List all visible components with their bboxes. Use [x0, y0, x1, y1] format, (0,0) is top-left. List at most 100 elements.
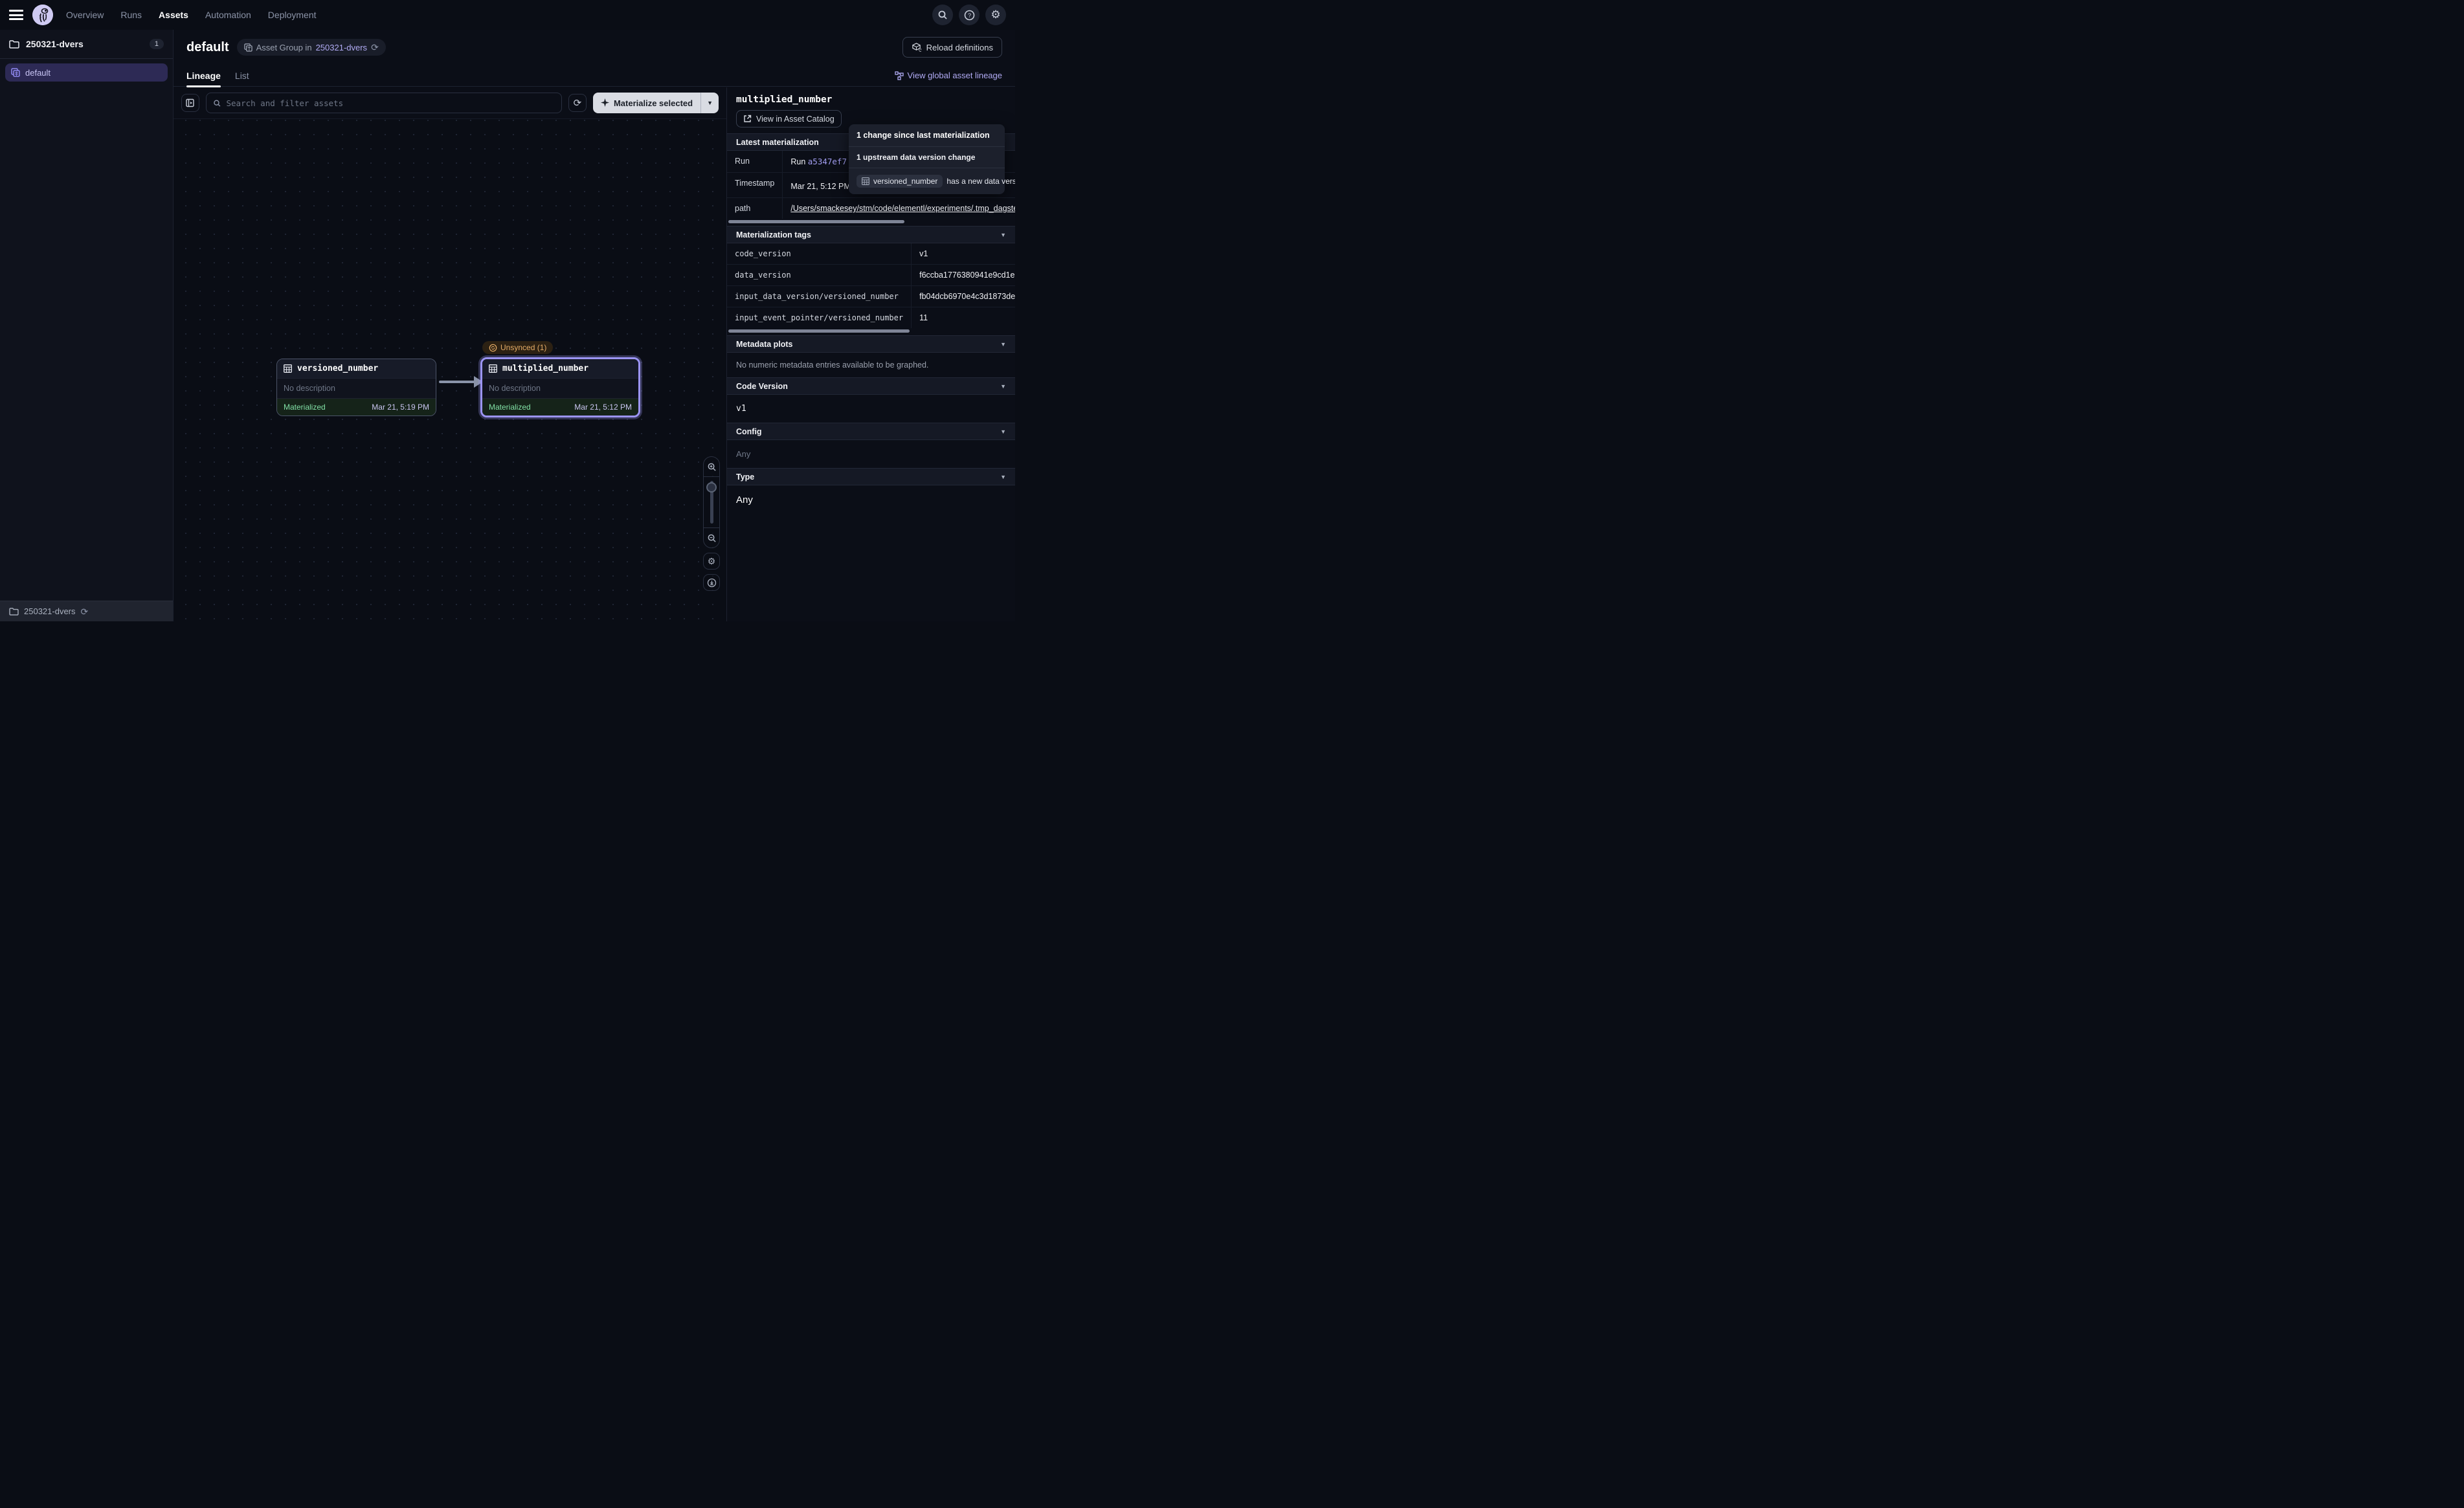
config-value: Any — [727, 440, 1015, 468]
search-input[interactable] — [227, 98, 555, 108]
asset-chip-label: versioned_number — [873, 177, 937, 186]
popup-chip-suffix: has a new data version — [946, 177, 1015, 186]
asset-node-title: versioned_number — [297, 364, 378, 373]
graph-zoom-controls: ⚙ — [703, 456, 720, 591]
chevron-down-icon[interactable]: ▼ — [1000, 474, 1006, 480]
tag-key: code_version — [727, 243, 912, 265]
menu-icon[interactable] — [9, 10, 23, 20]
graph-settings-gear-icon[interactable]: ⚙ — [703, 553, 720, 570]
page-header: default Asset Group in 250321-dvers ⟳ ↺ … — [174, 30, 1015, 65]
breadcrumb-group-link[interactable]: 250321-dvers — [316, 43, 368, 52]
table-icon — [489, 364, 497, 373]
asset-detail-panel: multiplied_number View in Asset Catalog … — [727, 87, 1015, 621]
page-title: default — [186, 40, 229, 55]
asset-node-status: Materialized — [284, 403, 326, 412]
sidebar-group-250321-dvers[interactable]: 250321-dvers 1 — [0, 30, 173, 59]
download-graph-icon[interactable] — [703, 574, 720, 591]
external-link-icon — [743, 115, 752, 123]
refresh-icon[interactable]: ⟳ — [81, 607, 89, 616]
tab-lineage[interactable]: Lineage — [186, 65, 221, 87]
run-prefix: Run — [790, 157, 805, 166]
refresh-graph-icon[interactable]: ⟳ — [568, 94, 587, 112]
help-icon[interactable]: ? — [959, 5, 980, 25]
svg-text:↺: ↺ — [918, 47, 921, 52]
asset-group-icon — [11, 68, 20, 77]
path-link[interactable]: /Users/smackesey/stm/code/elementl/exper… — [790, 204, 1015, 213]
section-metadata-plots[interactable]: Metadata plots ▼ — [727, 335, 1015, 353]
asset-node-versioned-number[interactable]: versioned_number No description Material… — [276, 359, 436, 416]
chevron-down-icon[interactable]: ▼ — [1000, 232, 1006, 238]
view-in-asset-catalog-button[interactable]: View in Asset Catalog — [736, 110, 842, 128]
asset-node-description: No description — [277, 378, 436, 398]
section-config[interactable]: Config ▼ — [727, 423, 1015, 440]
zoom-slider[interactable] — [704, 477, 719, 527]
changes-popup: 1 change since last materialization 1 up… — [849, 124, 1005, 194]
lineage-graph[interactable]: ⟳ Materialize selected ▼ — [174, 87, 727, 621]
sidebar: 250321-dvers 1 default 250321-dvers ⟳ — [0, 30, 174, 621]
section-title: Config — [736, 427, 1000, 436]
asset-node-timestamp: Mar 21, 5:19 PM — [372, 403, 429, 412]
chevron-down-icon[interactable]: ▼ — [1000, 383, 1006, 390]
section-title: Code Version — [736, 382, 1000, 391]
horizontal-scrollbar[interactable] — [728, 220, 1014, 223]
nav-item-assets[interactable]: Assets — [159, 10, 188, 20]
popup-title: 1 change since last materialization — [849, 124, 1005, 147]
sidebar-item-default[interactable]: default — [5, 63, 168, 82]
search-icon[interactable] — [932, 5, 953, 25]
content: ⟳ Materialize selected ▼ — [174, 87, 1015, 621]
zoom-in-icon[interactable] — [704, 457, 719, 476]
dagster-logo-icon[interactable] — [32, 5, 53, 25]
asset-group-breadcrumb[interactable]: Asset Group in 250321-dvers ⟳ — [237, 39, 386, 56]
section-title: Metadata plots — [736, 340, 1000, 349]
tag-value: f6ccba1776380941e9cd1ea66481d — [912, 265, 1015, 286]
chevron-down-icon[interactable]: ▼ — [1000, 428, 1006, 435]
nav-items: Overview Runs Assets Automation Deployme… — [66, 10, 317, 20]
collapse-panel-icon[interactable] — [181, 94, 199, 112]
lineage-edge — [439, 372, 484, 392]
tag-key: input_data_version/versioned_number — [727, 286, 912, 307]
table-icon — [284, 364, 292, 373]
zoom-slider-handle[interactable] — [706, 482, 717, 493]
view-global-asset-lineage-link[interactable]: View global asset lineage — [895, 71, 1002, 80]
unsynced-badge-label: Unsynced (1) — [500, 343, 546, 352]
lineage-graph-icon — [895, 71, 904, 80]
dagster-app: Overview Runs Assets Automation Deployme… — [0, 0, 1015, 621]
asset-search[interactable] — [206, 93, 562, 113]
run-link[interactable]: a5347ef7 — [808, 157, 847, 166]
settings-gear-icon[interactable]: ⚙ — [985, 5, 1006, 25]
section-materialization-tags[interactable]: Materialization tags ▼ — [727, 226, 1015, 243]
section-type[interactable]: Type ▼ — [727, 468, 1015, 485]
refresh-icon[interactable]: ⟳ — [371, 43, 379, 52]
path-label: path — [727, 198, 783, 219]
zoom-out-icon[interactable] — [704, 528, 719, 548]
reload-definitions-button[interactable]: ↺ Reload definitions — [902, 37, 1002, 58]
sync-status-icon — [489, 344, 497, 352]
search-icon — [213, 99, 221, 107]
chevron-down-icon[interactable]: ▼ — [1000, 341, 1006, 348]
horizontal-scrollbar[interactable] — [728, 329, 1014, 333]
section-code-version[interactable]: Code Version ▼ — [727, 377, 1015, 395]
materialize-dropdown-caret[interactable]: ▼ — [700, 93, 719, 113]
sidebar-footer[interactable]: 250321-dvers ⟳ — [0, 601, 173, 621]
section-title: Materialization tags — [736, 230, 1000, 239]
type-value: Any — [727, 485, 1015, 515]
nav-item-runs[interactable]: Runs — [120, 10, 142, 20]
asset-group-icon — [244, 43, 252, 52]
unsynced-badge[interactable]: Unsynced (1) — [482, 341, 553, 354]
nav-item-deployment[interactable]: Deployment — [268, 10, 317, 20]
tab-list[interactable]: List — [235, 65, 249, 87]
nav-item-automation[interactable]: Automation — [205, 10, 251, 20]
graph-toolbar: ⟳ Materialize selected ▼ — [174, 87, 726, 119]
asset-chip-versioned-number[interactable]: versioned_number — [857, 175, 943, 188]
asset-detail-title: multiplied_number — [736, 94, 1006, 105]
reload-cube-icon: ↺ — [912, 43, 921, 52]
nav-item-overview[interactable]: Overview — [66, 10, 104, 20]
timestamp-label: Timestamp — [727, 173, 783, 198]
materialize-selected-button[interactable]: Materialize selected ▼ — [593, 93, 719, 113]
popup-subtitle: 1 upstream data version change — [849, 147, 1005, 168]
breadcrumb-prefix: Asset Group in — [256, 43, 312, 52]
top-nav: Overview Runs Assets Automation Deployme… — [0, 0, 1015, 30]
asset-node-multiplied-number[interactable]: multiplied_number No description Materia… — [480, 357, 640, 417]
asset-node-title: multiplied_number — [502, 364, 588, 373]
metadata-plots-empty-message: No numeric metadata entries available to… — [727, 353, 1015, 377]
